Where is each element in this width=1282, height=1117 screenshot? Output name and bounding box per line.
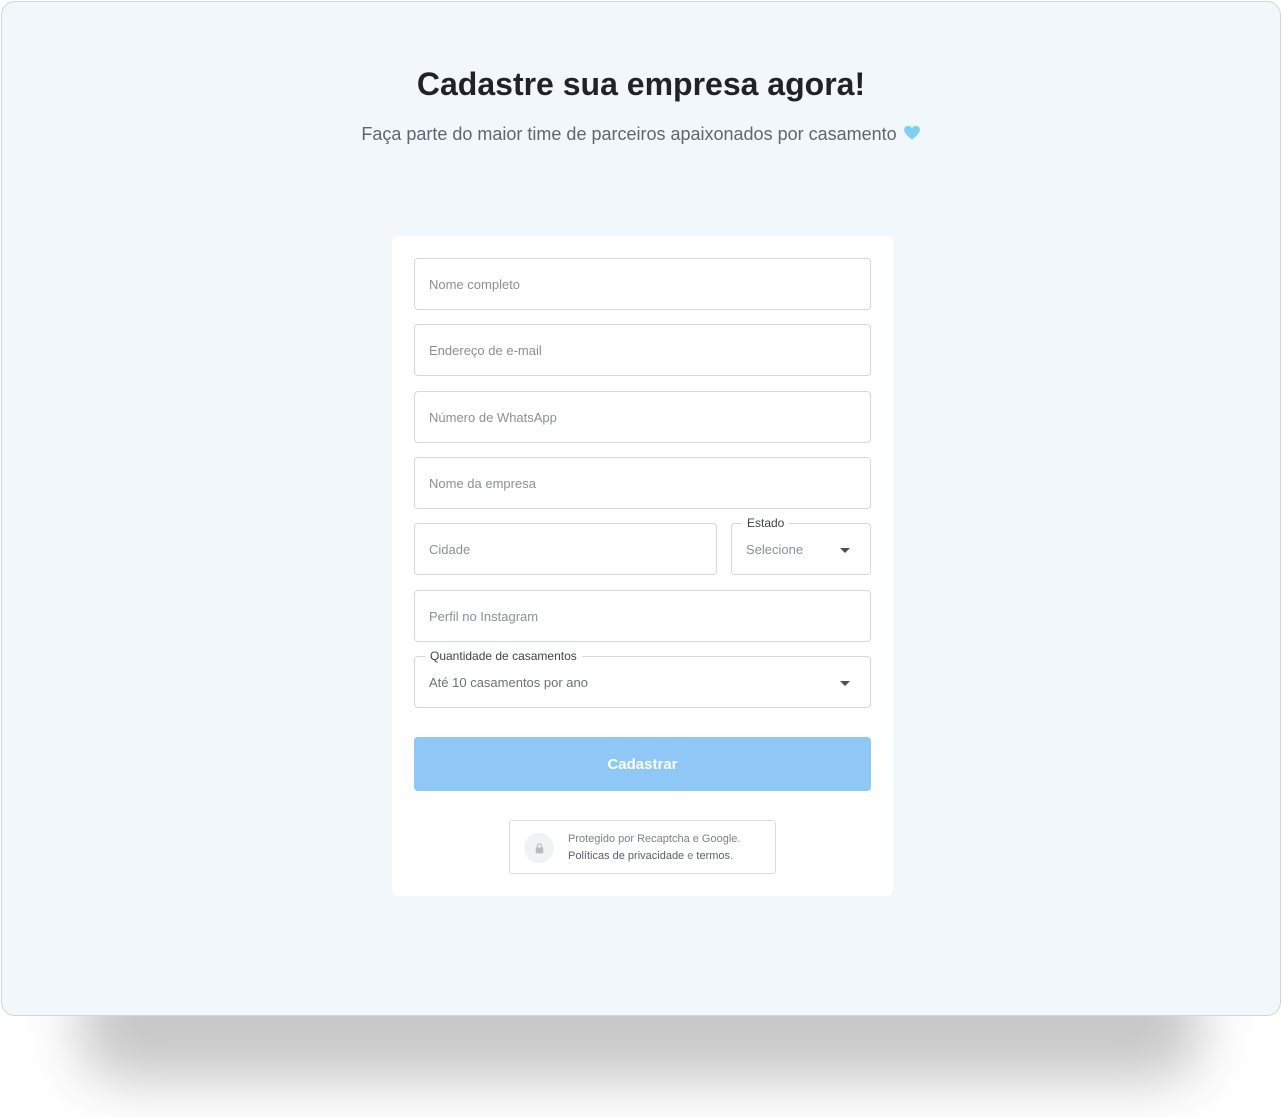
city-field [414,523,717,575]
instagram-field [414,590,871,642]
instagram-input[interactable] [415,591,870,641]
whatsapp-field [414,391,871,443]
recaptcha-conjunction: e [684,850,697,862]
browser-window: Cadastre sua empresa agora! Faça parte d… [1,1,1281,1016]
recaptcha-text: Protegido por Recaptcha e Google. [568,833,741,845]
recaptcha-period: . [730,850,734,862]
recaptcha-links: Políticas de privacidade e termos. [568,850,733,862]
page-subtitle: Faça parte do maior time de parceiros ap… [2,124,1280,145]
caret-down-icon [840,681,850,686]
lock-icon [524,833,554,863]
heart-icon [903,124,921,142]
whatsapp-input[interactable] [415,392,870,442]
full-name-input[interactable] [415,259,870,309]
weddings-selected-value: Até 10 casamentos por ano [429,674,588,690]
state-select[interactable]: Estado Selecione [731,516,871,575]
caret-down-icon [840,548,850,553]
signup-form-card: Estado Selecione Quantidade de casamento… [392,236,893,896]
page-title: Cadastre sua empresa agora! [416,66,866,102]
city-input[interactable] [415,524,716,574]
weddings-select[interactable]: Quantidade de casamentos Até 10 casament… [414,649,871,708]
full-name-field [414,258,871,310]
company-input[interactable] [415,458,870,508]
terms-link[interactable]: termos [696,850,730,862]
subtitle-text: Faça parte do maior time de parceiros ap… [361,124,897,144]
company-field [414,457,871,509]
submit-button[interactable]: Cadastrar [414,737,871,791]
email-input[interactable] [415,325,870,375]
privacy-policy-link[interactable]: Políticas de privacidade [568,850,684,862]
email-field [414,324,871,376]
recaptcha-badge: Protegido por Recaptcha e Google. Políti… [509,820,776,874]
